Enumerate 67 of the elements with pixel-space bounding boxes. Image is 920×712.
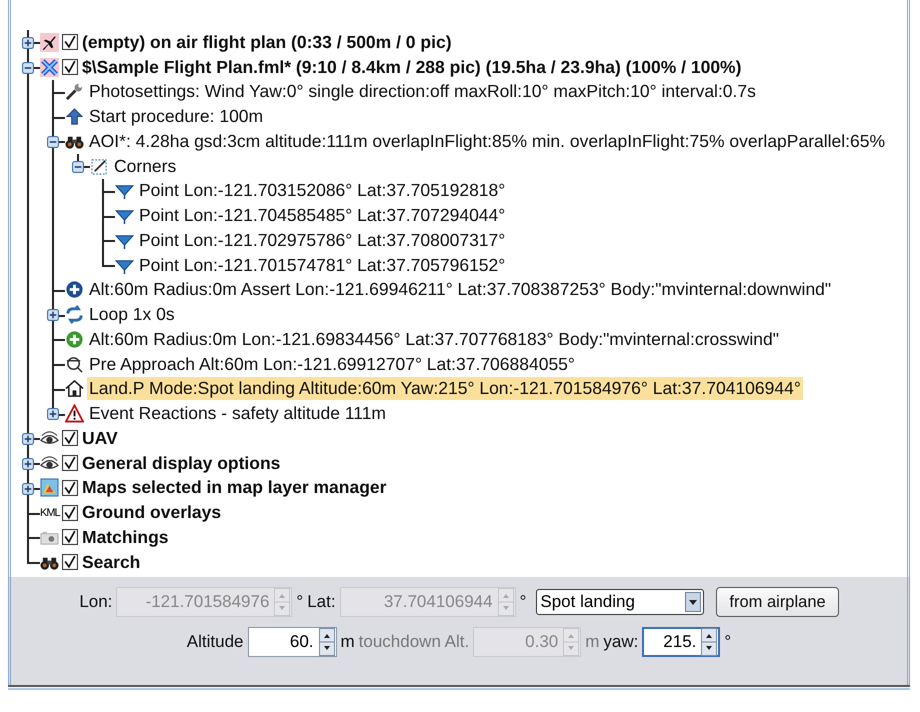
field-label: m	[340, 632, 355, 652]
from-airplane-button[interactable]: from airplane	[716, 587, 839, 617]
collapse-icon[interactable]	[22, 62, 34, 74]
field-label: Lon:	[79, 592, 112, 612]
field-label: Lat:	[307, 592, 336, 612]
tree-item[interactable]: Start procedure: 100m	[87, 105, 266, 128]
map-icon	[40, 478, 59, 498]
expand-icon[interactable]	[22, 433, 34, 445]
tree-item[interactable]: UAV	[80, 426, 120, 450]
tree-item[interactable]: Event Reactions - safety altitude 111m	[87, 402, 388, 426]
tree-item[interactable]: AOI*: 4.28ha gsd:3cm altitude:111m overlapInFlight:85% min. overlapInFlight:75% overlapParallel:65%	[87, 130, 888, 153]
plus-circle-icon	[65, 280, 84, 300]
checkbox[interactable]	[62, 554, 78, 570]
checkbox[interactable]	[62, 59, 78, 76]
tree-item[interactable]: $\Sample Flight Plan.fml* (9:10 / 8.4km / 288 pic) (19.5ha / 23.9ha) (100% / 100%)	[80, 56, 744, 79]
expand-icon[interactable]	[22, 37, 34, 49]
tree-item[interactable]: Point Lon:-121.701574781° Lat:37.705796152°	[137, 254, 508, 277]
checkbox[interactable]	[62, 34, 78, 50]
checkbox[interactable]	[62, 529, 78, 546]
expand-icon[interactable]	[22, 458, 34, 470]
expand-icon[interactable]	[47, 309, 59, 322]
tree-item[interactable]: Alt:60m Radius:0m Assert Lon:-121.69946211° Lat:37.708387253° Body:"mvinternal:downwind"	[87, 278, 834, 302]
spinner-icon[interactable]	[700, 628, 718, 656]
checkbox[interactable]	[62, 430, 78, 446]
field-label: yaw:	[603, 632, 638, 652]
tree-item[interactable]: Point Lon:-121.704585485° Lat:37.707294044°	[137, 204, 508, 228]
polygon-icon	[90, 156, 109, 176]
tree-item[interactable]: General display options	[80, 452, 282, 475]
tree-item[interactable]: Land.P Mode:Spot landing Altitude:60m Yaw:215° Lon:-121.701584976° Lat:37.704106944°	[87, 377, 803, 400]
tree-item[interactable]: Maps selected in map layer manager	[80, 476, 388, 500]
cross-icon	[40, 58, 59, 77]
airplane-icon	[40, 32, 59, 52]
arrow-up-icon	[65, 107, 84, 126]
collapse-icon[interactable]	[47, 136, 59, 148]
tree-item[interactable]: Point Lon:-121.703152086° Lat:37.705192818°	[137, 179, 508, 202]
expand-icon[interactable]	[47, 408, 59, 420]
spin-field[interactable]: 215.	[642, 627, 720, 657]
spin-field[interactable]: 60.	[248, 627, 336, 657]
checkbox[interactable]	[62, 455, 78, 472]
tree-item[interactable]: Search	[80, 550, 142, 574]
field-label: touchdown Alt.	[358, 632, 470, 652]
wrench-icon	[65, 82, 84, 102]
mode-dropdown[interactable]: Spot landing	[536, 589, 704, 615]
plus-circle-icon	[65, 330, 84, 349]
tree-item[interactable]: Pre Approach Alt:60m Lon:-121.69912707° Lat:37.706884055°	[87, 352, 577, 376]
tree-item[interactable]: Matchings	[80, 526, 171, 549]
checkbox[interactable]	[62, 504, 78, 521]
field-label: °	[520, 592, 526, 612]
warning-icon	[65, 404, 84, 424]
field-label: m	[585, 632, 600, 652]
tree-item[interactable]: Corners	[112, 154, 178, 178]
tree-item[interactable]: Photosettings: Wind Yaw:0° single direction:off maxRoll:10° maxPitch:10° interval:0.7s	[87, 80, 758, 104]
field-label: °	[724, 632, 732, 652]
loop-icon	[65, 305, 84, 324]
tree-item[interactable]: (empty) on air flight plan (0:33 / 500m / 0 pic)	[80, 30, 454, 54]
checkbox[interactable]	[62, 480, 78, 496]
house-icon	[65, 379, 84, 398]
field-label: °	[296, 592, 304, 612]
expand-icon[interactable]	[22, 482, 34, 494]
spinner-icon[interactable]	[318, 628, 336, 656]
kml-icon: KML	[40, 506, 60, 519]
tree-item[interactable]: Alt:60m Radius:0m Lon:-121.69834456° Lat:37.707768183° Body:"mvinternal:crosswind"	[87, 328, 781, 351]
tree-item[interactable]: Ground overlays	[80, 501, 224, 524]
collapse-icon[interactable]	[72, 160, 84, 173]
tree-item[interactable]: Point Lon:-121.702975786° Lat:37.708007317°	[137, 228, 508, 252]
field-label: Altitude	[186, 632, 244, 652]
tree-item[interactable]: Loop 1x 0s	[87, 303, 177, 326]
